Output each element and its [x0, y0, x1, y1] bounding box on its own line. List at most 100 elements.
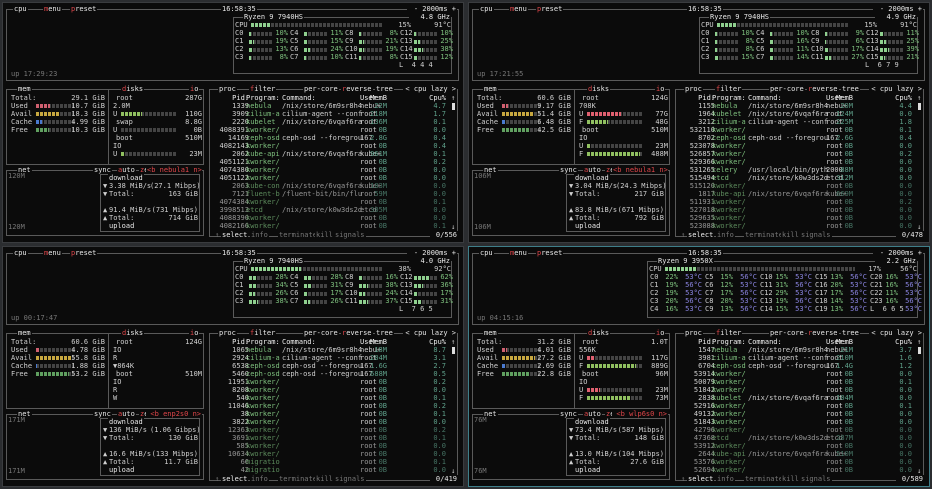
net-auto-toggle[interactable]: auto: [117, 410, 136, 418]
proc-footer-signals[interactable]: signals: [800, 231, 832, 239]
proc-row[interactable]: 1817kube-api/nix/store/6vqaf6rakube+669M…: [676, 190, 916, 198]
proc-column-header[interactable]: Pid:: [683, 94, 715, 102]
proc-row[interactable]: 531265celery/usr/local/bin/pyth200088M0.…: [676, 166, 916, 174]
proc-sort-selector[interactable]: < cpu lazy >: [403, 329, 457, 337]
update-interval-control[interactable]: - 2000ms +: [873, 249, 923, 257]
net-interface-selector[interactable]: <b nebula1 n>: [146, 166, 202, 174]
preset-button[interactable]: preset: [70, 249, 97, 257]
proc-column-header[interactable]: Pid:: [217, 338, 249, 346]
proc-footer-signals[interactable]: signals: [334, 475, 366, 483]
proc-row[interactable]: 12363kworker/root0B0.2: [210, 426, 450, 434]
disks-box-title[interactable]: disks: [121, 329, 144, 337]
proc-row[interactable]: 7121fluent-b/fluent-bit/bin/fluroot59M0.…: [210, 190, 450, 198]
proc-tree-toggle[interactable]: tree: [375, 329, 394, 337]
menu-button[interactable]: menu: [509, 249, 528, 257]
cpu-box-title[interactable]: cpu: [13, 5, 28, 13]
proc-row[interactable]: 526857kworker/root0B0.2: [676, 150, 916, 158]
preset-button[interactable]: preset: [70, 5, 97, 13]
preset-button[interactable]: preset: [536, 249, 563, 257]
proc-footer-signals[interactable]: signals: [800, 475, 832, 483]
proc-row[interactable]: 1547nebula/nix/store/6m9sr8h4nebu+21M3.7: [676, 346, 916, 354]
proc-column-header[interactable]: Cpu%: [428, 94, 446, 102]
net-sync-toggle[interactable]: sync: [559, 410, 578, 418]
proc-footer-select[interactable]: select: [687, 475, 714, 483]
proc-sort-selector[interactable]: < cpu lazy >: [403, 85, 457, 93]
proc-row[interactable]: 38kworker/root0B0.1: [210, 410, 450, 418]
btop-pane-bottom-left[interactable]: cpumenupreset16:58:35- 2000ms +Ryzen 9 7…: [2, 246, 464, 487]
update-interval-control[interactable]: - 2000ms +: [873, 5, 923, 13]
proc-column-header[interactable]: Command:: [282, 338, 316, 346]
proc-column-header[interactable]: Pid:: [217, 94, 249, 102]
proc-footer-kill[interactable]: kill: [315, 231, 334, 239]
proc-column-header[interactable]: MemB: [831, 338, 853, 346]
proc-row[interactable]: 3909cilium-acilium-agent --confroot218M1…: [210, 110, 450, 118]
proc-footer-terminate[interactable]: terminate: [744, 231, 784, 239]
proc-per-core-toggle[interactable]: per-core: [303, 329, 339, 337]
proc-row[interactable]: 2220kubelet/nix/store/6vqaf6raroot136M0.…: [210, 118, 450, 126]
net-sync-toggle[interactable]: sync: [93, 166, 112, 174]
proc-footer-terminate[interactable]: terminate: [278, 231, 318, 239]
net-interface-selector[interactable]: <b nebula1 n>: [612, 166, 668, 174]
cpu-box-title[interactable]: cpu: [479, 5, 494, 13]
proc-row[interactable]: 3998513etcd/nix/store/k0w3ds2detcd305M0.…: [210, 206, 450, 214]
proc-row[interactable]: 2644kube-api/nix/store/6vqaf6rakube+510M…: [676, 450, 916, 458]
proc-footer-kill[interactable]: kill: [315, 475, 334, 483]
proc-box-title[interactable]: proc: [218, 329, 237, 337]
proc-footer-info[interactable]: info: [250, 475, 269, 483]
proc-column-header[interactable]: Cpu%: [894, 94, 912, 102]
proc-column-header[interactable]: Program:: [712, 94, 746, 102]
io-toggle[interactable]: io: [189, 329, 199, 337]
proc-row[interactable]: 515120kworker/root0B0.0: [676, 182, 916, 190]
net-interface-selector[interactable]: <b enp2s0 n>: [146, 410, 202, 418]
proc-row[interactable]: 4088390kworker/root0B0.0: [210, 214, 450, 222]
io-toggle[interactable]: io: [655, 85, 665, 93]
proc-row[interactable]: 52916kworker/root0B0.1: [676, 402, 916, 410]
proc-tree-toggle[interactable]: tree: [841, 85, 860, 93]
proc-row[interactable]: 1065nebula/nix/store/6m9sr8h4nebu+18M8.7: [210, 346, 450, 354]
proc-row[interactable]: 47368etcd/nix/store/k0w3ds2detcd287M0.0: [676, 434, 916, 442]
proc-column-header[interactable]: Command:: [748, 338, 782, 346]
proc-row[interactable]: 42796kworker/root0B0.0: [676, 426, 916, 434]
proc-column-header[interactable]: Cpu%: [894, 338, 912, 346]
proc-row[interactable]: 523078kworker/root0B0.0: [676, 142, 916, 150]
proc-footer-info[interactable]: info: [716, 231, 735, 239]
proc-row[interactable]: 2924cilium-acilium-agent --confroot204M3…: [210, 354, 450, 362]
mem-box-title[interactable]: mem: [17, 85, 32, 93]
proc-filter-button[interactable]: filter: [249, 329, 276, 337]
net-auto-toggle[interactable]: auto: [117, 166, 136, 174]
proc-row[interactable]: 6704ceph-osdceph-osd --foregrou1671.4G1.…: [676, 362, 916, 370]
proc-row[interactable]: 11951kworker/root0B0.2: [210, 378, 450, 386]
proc-row[interactable]: 4088391kworker/root0B0.0: [210, 126, 450, 134]
net-sync-toggle[interactable]: sync: [559, 166, 578, 174]
proc-reverse-toggle[interactable]: reverse: [341, 85, 373, 93]
disks-box-title[interactable]: disks: [587, 329, 610, 337]
proc-row[interactable]: 3981cilium-acilium-agent --confroot210M1…: [676, 354, 916, 362]
proc-column-header[interactable]: Command:: [282, 94, 316, 102]
proc-sort-selector[interactable]: < cpu lazy >: [869, 329, 923, 337]
proc-footer-select[interactable]: select: [221, 475, 248, 483]
proc-column-header[interactable]: MemB: [831, 94, 853, 102]
proc-footer-terminate[interactable]: terminate: [278, 475, 318, 483]
net-interface-selector[interactable]: <b wlp6s0 n>: [612, 410, 668, 418]
proc-column-header[interactable]: Cpu%: [428, 338, 446, 346]
proc-box-title[interactable]: proc: [218, 85, 237, 93]
btop-pane-bottom-right[interactable]: cpumenupreset16:58:35- 2000ms +Ryzen 9 3…: [468, 246, 930, 487]
proc-scrollbar[interactable]: [918, 347, 921, 354]
proc-column-header[interactable]: Command:: [748, 94, 782, 102]
proc-row[interactable]: 4051122kworker/root0B0.0: [210, 174, 450, 182]
proc-row[interactable]: 540kworker/root0B0.1: [210, 394, 450, 402]
update-interval-control[interactable]: - 2000ms +: [407, 249, 457, 257]
proc-footer-info[interactable]: info: [716, 475, 735, 483]
proc-scrollbar[interactable]: [918, 103, 921, 110]
proc-row[interactable]: 8702ceph-osdceph-osd --foregrou1672.6G0.…: [676, 134, 916, 142]
proc-reverse-toggle[interactable]: reverse: [807, 329, 839, 337]
proc-tree-toggle[interactable]: tree: [375, 85, 394, 93]
proc-footer-select[interactable]: select: [687, 231, 714, 239]
proc-filter-button[interactable]: filter: [715, 85, 742, 93]
proc-reverse-toggle[interactable]: reverse: [341, 329, 373, 337]
proc-row[interactable]: 6538ceph-osdceph-osd --foregrou1671.6G2.…: [210, 362, 450, 370]
proc-row[interactable]: 66migratioroot0B0.1: [210, 458, 450, 466]
proc-reverse-toggle[interactable]: reverse: [807, 85, 839, 93]
proc-row[interactable]: 52694kworker/root0B0.0: [676, 466, 916, 474]
proc-filter-button[interactable]: filter: [715, 329, 742, 337]
